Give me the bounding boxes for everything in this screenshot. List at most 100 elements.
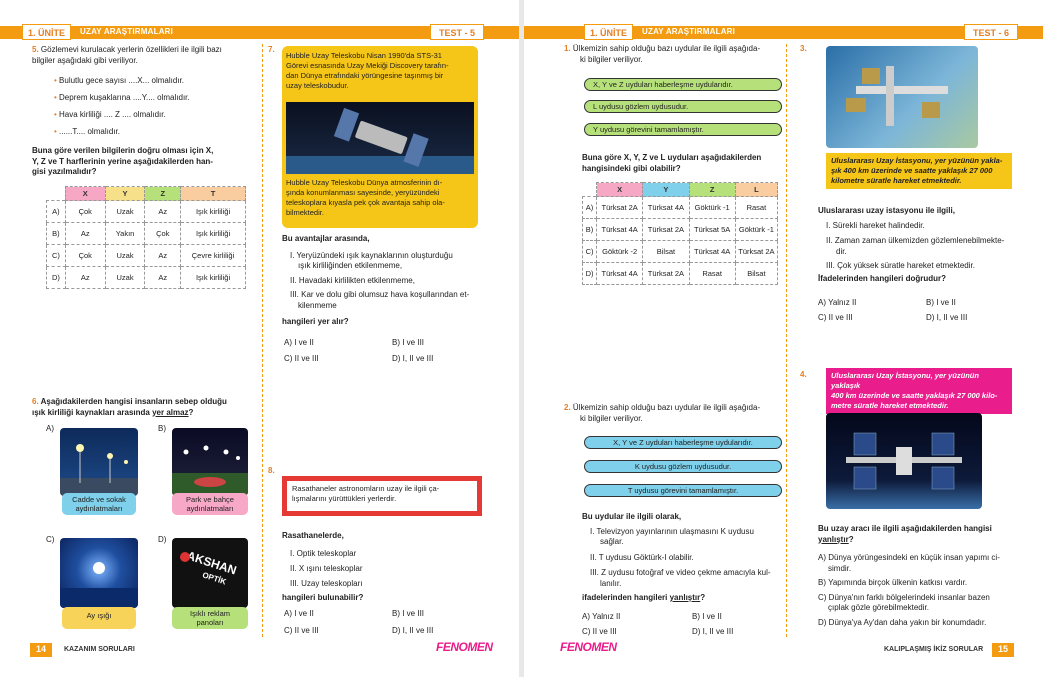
answer-option[interactable]: B) I ve III <box>392 609 424 620</box>
question-number: 2. <box>564 403 571 412</box>
unit-title: UZAY ARAŞTIRMALARI <box>642 27 736 36</box>
answer-option[interactable]: D) I, II ve III <box>692 627 733 638</box>
info-pill: T uydusu görevini tamamlamıştır. <box>584 484 782 497</box>
brand-logo: FENOMEN <box>560 640 617 654</box>
question-5: 5. Gözlemevi kurulacak yerlerin özellikl… <box>32 45 257 178</box>
question-number: 4. <box>800 370 807 379</box>
right-page: 1. ÜNİTE UZAY ARAŞTIRMALARI TEST - 6 1. … <box>524 0 1043 677</box>
answer-option[interactable]: C) II ve III <box>582 627 617 638</box>
hubble-info-box: Hubble Uzay Teleskobu Nisan 1990'da STS-… <box>282 46 478 228</box>
test-tag: TEST - 5 <box>430 24 485 40</box>
table-row[interactable]: B) Türksat 4A Türksat 2A Türksat 5A Göktürk … <box>581 218 779 241</box>
street-lights-image[interactable] <box>60 428 138 496</box>
table-row[interactable]: D) Az Uzak Az Işık kirliliği <box>46 266 246 289</box>
telescope-icon <box>286 107 474 174</box>
answer-table: X Y Z T A) Çok Uzak Az Işık kirliliği B) Az Ya… <box>46 186 246 289</box>
question-number: 7. <box>268 45 275 54</box>
col-header: Z <box>688 182 736 197</box>
answer-option[interactable]: A) I ve II <box>284 338 314 349</box>
caption-c: Ay ışığı <box>62 607 136 629</box>
unit-title: UZAY ARAŞTIRMALARI <box>80 27 174 36</box>
question-4-answers: A) Dünya yörüngesindeki en küçük insan y… <box>818 553 1018 628</box>
billboard-image[interactable]: AKSHAN OPTİK <box>172 538 248 608</box>
caption-b: Park ve bahçe aydınlatmaları <box>172 493 248 515</box>
answer-option[interactable]: B) Yapımında birçok ülkenin katkısı vard… <box>818 578 1018 589</box>
caption-a: Cadde ve sokak aydınlatmaları <box>62 493 136 515</box>
question-number: 8. <box>268 466 275 475</box>
stem-text: Aşağıdakilerden hangisi insanların sebep… <box>40 397 227 406</box>
park-lights-image[interactable] <box>172 428 248 496</box>
col-header: X <box>64 186 106 201</box>
answer-option[interactable]: D) I, II ve III <box>392 626 433 637</box>
col-header: T <box>180 186 246 201</box>
iss-info-box: Uluslararası Uzay İstasyonu, yer yüzünün… <box>826 368 1012 414</box>
bullet-item: • Hava kirliliği .... Z .... olmalıdır. <box>54 110 166 119</box>
answer-option[interactable]: D) I, II ve III <box>392 354 433 365</box>
street-lights-icon <box>60 444 138 496</box>
park-lights-icon <box>172 445 248 496</box>
question-4-stem: Bu uzay aracı ile ilgili aşağıdakilerden… <box>818 524 992 544</box>
moon-icon <box>60 562 138 608</box>
stem-emphasis: yer almaz <box>152 407 189 417</box>
answer-option[interactable]: A) Yalnız II <box>818 298 856 309</box>
table-row[interactable]: C) Çok Uzak Az Çevre kirliliği <box>46 244 246 267</box>
bullet-item: • ......T.... olmalıdır. <box>54 127 120 136</box>
footer-label: KAZANIM SORULARI <box>64 646 135 653</box>
bullet-item: • Deprem kuşaklarına ....Y.... olmalıdır… <box>54 93 190 102</box>
answer-option[interactable]: C) II ve III <box>284 354 319 365</box>
answer-option[interactable]: B) I ve III <box>392 338 424 349</box>
answer-option[interactable]: D) I, II ve III <box>926 313 967 324</box>
iss-info-box: Uluslararası Uzay İstasyonu, yer yüzünün… <box>826 153 1012 189</box>
question-1-stem: Buna göre X, Y, Z ve L uyduları aşağıdak… <box>582 153 762 173</box>
stem-text: Buna göre verilen bilgilerin doğru olmas… <box>32 146 214 155</box>
info-pill: Y uydusu görevini tamamlamıştır. <box>584 123 782 136</box>
unit-tag: 1. ÜNİTE <box>584 24 634 40</box>
stem-text: ışık kirliliği kaynakları arasında <box>32 407 153 417</box>
column-divider <box>786 44 787 637</box>
table-row[interactable]: C) Göktürk -2 Bilsat Türksat 4A Türksat 2A <box>581 240 779 263</box>
test-tag: TEST - 6 <box>964 24 1019 40</box>
answer-option[interactable]: B) I ve II <box>926 298 956 309</box>
option-letter: B) <box>158 424 166 433</box>
question-1: 1. Ülkemizin sahip olduğu bazı uydular i… <box>564 44 761 64</box>
info-pill: L uydusu gözlem uydusudur. <box>584 100 782 113</box>
option-letter: C) <box>46 535 55 544</box>
question-3-body: Uluslararası uzay istasyonu ile ilgili, … <box>818 206 1005 283</box>
col-header: X <box>596 182 644 197</box>
question-number: 5. <box>32 45 39 54</box>
intro-text: Gözlemevi kurulacak yerlerin özellikleri… <box>40 45 222 54</box>
caption-d: Işıklı reklam panoları <box>172 607 248 629</box>
hubble-image[interactable] <box>286 102 474 174</box>
answer-option[interactable]: A) Dünya yörüngesindeki en küçük insan y… <box>818 553 1018 564</box>
table-row[interactable]: D) Türksat 4A Türksat 2A Rasat Bilsat <box>581 262 779 285</box>
col-header: L <box>734 182 779 197</box>
iss-earth-image[interactable] <box>826 46 978 148</box>
col-header: Z <box>144 186 182 201</box>
space-station-icon <box>846 66 948 126</box>
bullet-item: • Bulutlu gece sayısı ....X... olmalıdır… <box>54 76 184 85</box>
answer-option[interactable]: C) Dünya'nın farklı bölgelerindeki insan… <box>818 593 1018 604</box>
col-header: Y <box>642 182 690 197</box>
table-row[interactable]: A) Türksat 2A Türksat 4A Göktürk -1 Rasat <box>581 196 779 219</box>
question-8-body: Rasathanelerde, I. Optik teleskoplar II.… <box>282 531 364 602</box>
info-pill: X, Y ve Z uyduları haberleşme uydularıdı… <box>584 78 782 91</box>
question-number: 3. <box>800 44 807 53</box>
answer-option[interactable]: A) Yalnız II <box>582 612 620 623</box>
table-row[interactable]: A) Çok Uzak Az Işık kirliliği <box>46 200 246 223</box>
table-row[interactable]: B) Az Yakın Çok Işık kirliliği <box>46 222 246 245</box>
column-divider <box>262 44 263 637</box>
info-pill: X, Y ve Z uyduları haberleşme uydularıdı… <box>584 436 782 449</box>
question-2: 2. Ülkemizin sahip olduğu bazı uydular i… <box>564 403 761 423</box>
brand-logo: FENOMEN <box>436 640 493 654</box>
answer-option[interactable]: C) II ve III <box>284 626 319 637</box>
answer-option[interactable]: A) I ve II <box>284 609 314 620</box>
answer-option[interactable]: B) I ve II <box>692 612 722 623</box>
answer-option[interactable]: D) Dünya'ya Ay'dan daha yakın bir konumd… <box>818 618 1018 629</box>
info-pill: K uydusu gözlem uydusudur. <box>584 460 782 473</box>
intro-text: bilgiler aşağıdaki gibi veriliyor. <box>32 55 138 65</box>
moonlight-image[interactable] <box>60 538 138 608</box>
question-6: 6. Aşağıdakilerden hangisi insanların se… <box>32 397 257 418</box>
left-page: 1. ÜNİTE UZAY ARAŞTIRMALARI TEST - 5 5. … <box>0 0 519 677</box>
answer-option[interactable]: C) II ve III <box>818 313 853 324</box>
iss-image[interactable] <box>826 413 982 509</box>
